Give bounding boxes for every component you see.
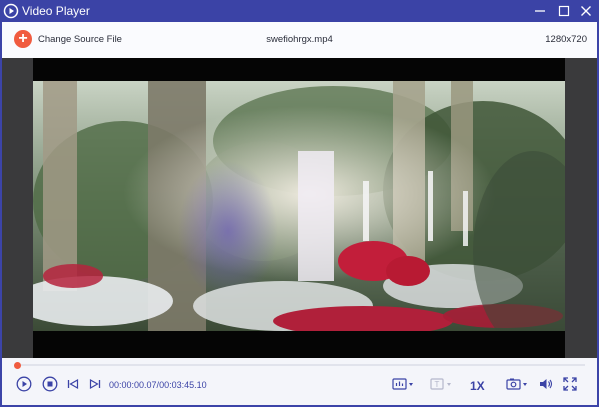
- resolution-label: 1280x720: [545, 34, 587, 45]
- previous-frame-icon[interactable]: [66, 377, 80, 391]
- minimize-icon[interactable]: [532, 3, 548, 19]
- playback-controls: 00:00:00.07/00:03:45.10 T 1X: [2, 358, 597, 405]
- progress-track[interactable]: [14, 364, 585, 366]
- fullscreen-icon[interactable]: [563, 377, 577, 391]
- next-frame-icon[interactable]: [88, 377, 102, 391]
- player-header: + Change Source File swefiohrgx.mp4 1280…: [2, 22, 597, 59]
- audio-track-icon[interactable]: [392, 377, 418, 391]
- video-frame-image: [33, 81, 565, 331]
- stop-icon[interactable]: [42, 376, 58, 392]
- volume-icon[interactable]: [539, 377, 553, 391]
- player-panel: + Change Source File swefiohrgx.mp4 1280…: [2, 22, 597, 405]
- subtitle-icon[interactable]: T: [430, 377, 456, 391]
- video-frame[interactable]: [33, 58, 565, 358]
- current-time: 00:00:00.07: [109, 380, 157, 390]
- close-icon[interactable]: [578, 3, 594, 19]
- progress-handle[interactable]: [14, 362, 22, 369]
- video-area[interactable]: [2, 58, 597, 358]
- svg-text:T: T: [435, 380, 440, 389]
- title-bar: Video Player: [0, 0, 599, 22]
- file-name: swefiohrgx.mp4: [266, 34, 333, 45]
- play-circle-icon: [3, 3, 19, 19]
- time-display: 00:00:00.07/00:03:45.10: [109, 380, 207, 390]
- play-icon[interactable]: [16, 376, 32, 392]
- camera-icon[interactable]: [506, 377, 532, 391]
- total-time: 00:03:45.10: [159, 380, 207, 390]
- window-title: Video Player: [22, 4, 90, 18]
- maximize-icon[interactable]: [556, 3, 572, 19]
- playback-speed-button[interactable]: 1X: [470, 379, 485, 393]
